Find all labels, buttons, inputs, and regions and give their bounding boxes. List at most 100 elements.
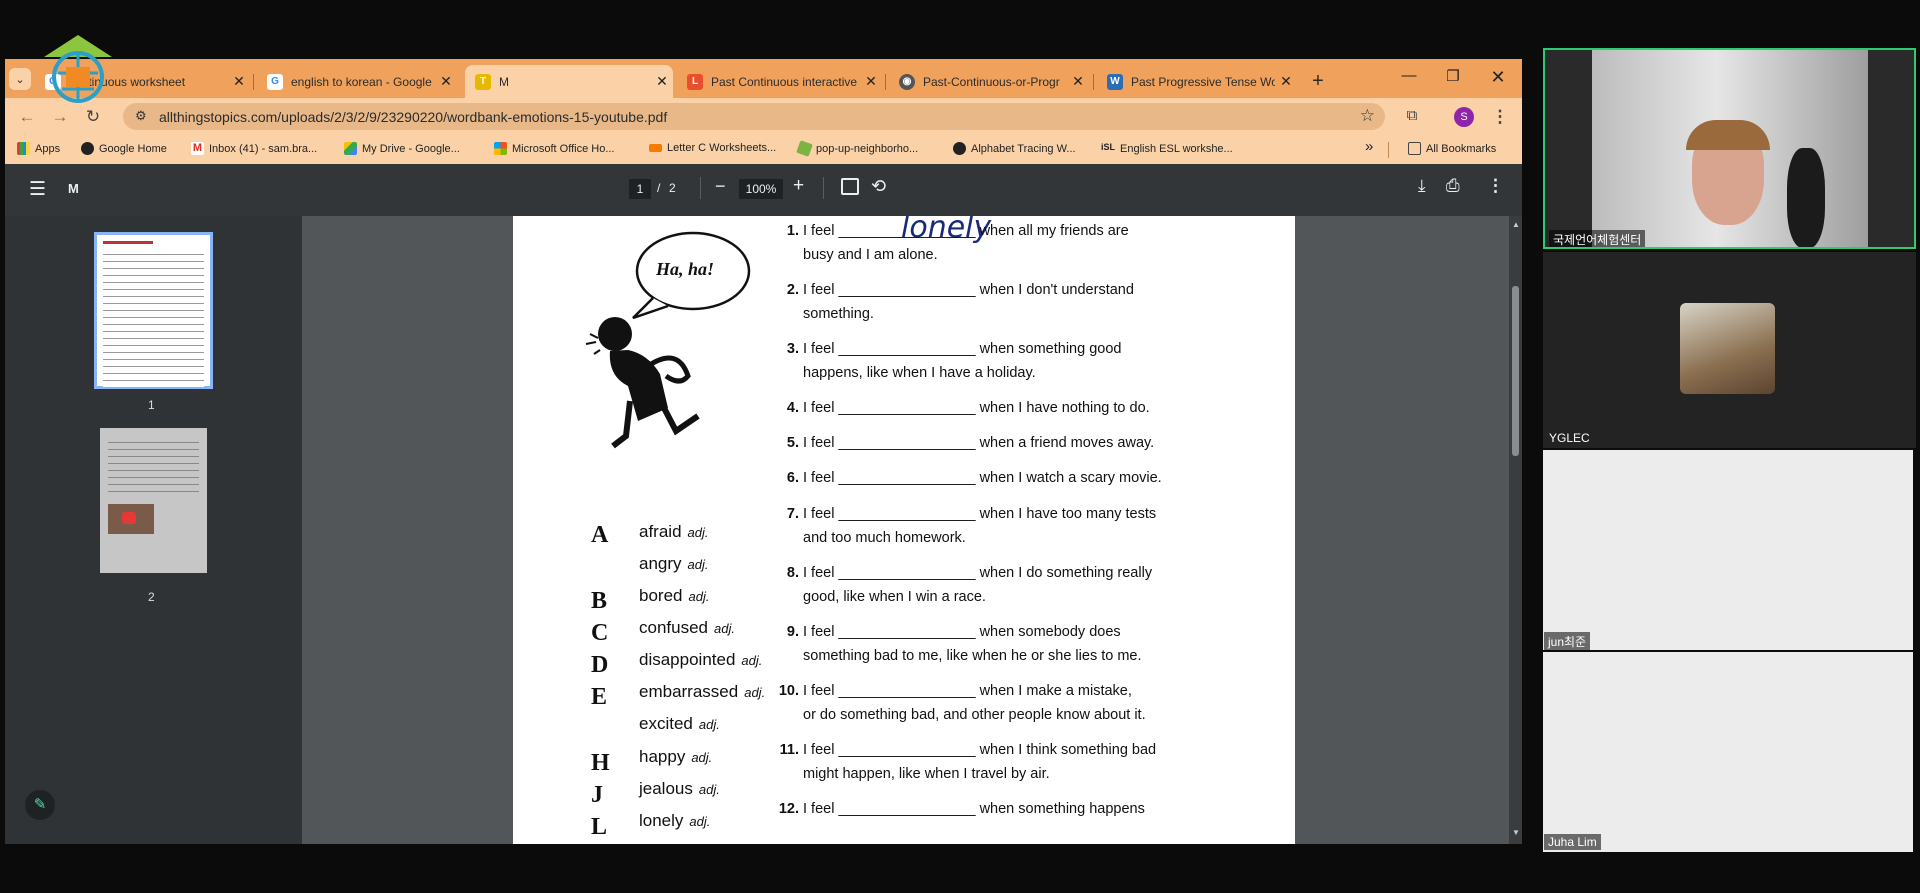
close-icon[interactable]: ✕: [228, 73, 250, 90]
thumbnail-page-2[interactable]: [100, 428, 207, 573]
word-bank-item: confused adj.: [639, 618, 735, 638]
question-line-1: I feel _________________ when somebody d…: [803, 624, 1121, 640]
pdf-page: Ha, ha! lonely 1. I feel ________________…: [513, 216, 1295, 844]
part-of-speech: adj.: [698, 717, 720, 732]
close-window-button[interactable]: ✕: [1478, 67, 1518, 91]
tab-3[interactable]: L Past Continuous interactive ✕: [677, 65, 882, 98]
word-bank-item: afraid adj.: [639, 522, 709, 542]
zoom-input[interactable]: 100%: [739, 179, 783, 199]
minimize-button[interactable]: —: [1389, 67, 1429, 91]
menu-button[interactable]: ⋮: [1489, 107, 1511, 127]
participant-tile[interactable]: YGLEC: [1543, 252, 1916, 448]
bookmark-esl[interactable]: iSL English ESL workshe...: [1101, 142, 1233, 155]
minimize-icon: —: [1401, 67, 1417, 84]
scrollbar[interactable]: ▲ ▼: [1509, 216, 1522, 844]
tab-title: Past Progressive Tense Wo: [1131, 74, 1275, 89]
all-bookmarks-button[interactable]: All Bookmarks: [1408, 142, 1496, 155]
word-bank-item: jealous adj.: [639, 779, 720, 799]
divider: [1388, 142, 1389, 158]
rotate-icon: ⟲: [871, 176, 887, 196]
part-of-speech: adj.: [741, 653, 763, 668]
download-button[interactable]: ⤓: [1418, 176, 1426, 196]
reload-button[interactable]: ↻: [82, 107, 104, 127]
section-letter: B: [591, 588, 608, 614]
part-of-speech: adj.: [689, 814, 711, 829]
plus-icon: +: [793, 175, 805, 196]
bookmark-google-home[interactable]: Google Home: [81, 142, 167, 155]
question-number: 6.: [786, 470, 799, 486]
forward-button[interactable]: →: [49, 107, 71, 127]
participant-tile[interactable]: jun최준: [1543, 450, 1913, 650]
tab-separator: [1093, 74, 1094, 90]
question-line-2: busy and I am alone.: [803, 247, 938, 263]
scroll-thumb[interactable]: [1512, 286, 1519, 456]
question-number: 4.: [786, 400, 799, 416]
thumbnail-page-1[interactable]: [94, 232, 213, 389]
question-item: 9. I feel _________________ when somebody…: [787, 620, 1142, 668]
annotate-button[interactable]: ✎: [25, 790, 55, 820]
close-icon[interactable]: ✕: [435, 73, 457, 90]
back-button[interactable]: ←: [16, 107, 38, 127]
part-of-speech: adj.: [698, 782, 720, 797]
bookmark-apps[interactable]: Apps: [17, 142, 60, 155]
fit-page-button[interactable]: [841, 178, 859, 195]
tag-icon: [796, 140, 813, 157]
tab-2-active[interactable]: T M ✕: [465, 65, 673, 98]
bookmark-alphabet-tracing[interactable]: Alphabet Tracing W...: [953, 142, 1076, 155]
bookmark-pop-up[interactable]: pop-up-neighborho...: [796, 140, 918, 157]
gmail-icon: M: [191, 142, 204, 155]
question-line-2: happens, like when I have a holiday.: [803, 365, 1036, 381]
close-icon[interactable]: ✕: [651, 73, 673, 90]
star-icon[interactable]: ☆: [1360, 106, 1375, 126]
thumbnail-title-bar: [103, 241, 153, 244]
bookmark-office[interactable]: Microsoft Office Ho...: [494, 142, 615, 155]
participant-name: YGLEC: [1549, 431, 1590, 445]
word-bank-item: excited adj.: [639, 714, 720, 734]
participant-tile[interactable]: Juha Lim: [1543, 652, 1913, 852]
thumbnail-label: 1: [148, 398, 155, 412]
tab-1[interactable]: G english to korean - Google ✕: [257, 65, 457, 98]
ygelc-logo: [44, 35, 112, 103]
part-of-speech: adj.: [691, 750, 713, 765]
question-item: 11. I feel _________________ when I think…: [780, 738, 1156, 786]
tab-search-button[interactable]: ⌄: [9, 68, 31, 90]
bookmark-gmail[interactable]: M Inbox (41) - sam.bra...: [191, 142, 317, 155]
part-of-speech: adj.: [688, 589, 710, 604]
page-number-input[interactable]: 1: [629, 179, 651, 199]
tab-4[interactable]: ◉ Past-Continuous-or-Progr ✕: [889, 65, 1089, 98]
scroll-up-arrow[interactable]: ▲: [1512, 220, 1520, 229]
restore-button[interactable]: ❐: [1433, 67, 1473, 91]
profile-avatar[interactable]: S: [1454, 107, 1474, 127]
scroll-down-arrow[interactable]: ▼: [1512, 828, 1520, 837]
sidebar-toggle-button[interactable]: ☰: [29, 178, 46, 201]
pdf-toolbar: ☰ M 1 / 2 − 100% + ⟲ ⤓ ⎙ ⋮: [5, 164, 1522, 216]
restore-icon: ❐: [1446, 68, 1460, 85]
bookmarks-overflow-button[interactable]: »: [1365, 138, 1373, 155]
screen: { "tabs": [ {"title": "continuous worksh…: [0, 0, 1920, 893]
zoom-out-button[interactable]: −: [715, 176, 726, 197]
close-icon[interactable]: ✕: [1275, 73, 1297, 90]
close-icon[interactable]: ✕: [1067, 73, 1089, 90]
plus-icon: +: [1312, 70, 1324, 92]
rotate-button[interactable]: ⟲: [871, 176, 886, 197]
site-info-icon[interactable]: ⚙: [135, 108, 147, 124]
bookmark-drive[interactable]: My Drive - Google...: [344, 142, 460, 155]
kebab-menu-icon: ⋮: [1491, 107, 1509, 126]
extensions-button[interactable]: ⧉: [1401, 107, 1423, 124]
globe-icon: [953, 142, 966, 155]
participant-tile-active[interactable]: 국제언어체험센터: [1543, 48, 1916, 249]
question-number: 11.: [779, 742, 799, 758]
address-bar[interactable]: ⚙ allthingstopics.com/uploads/2/3/2/9/23…: [123, 103, 1385, 130]
participant-name: jun최준: [1544, 632, 1591, 650]
zoom-in-button[interactable]: +: [793, 175, 804, 197]
question-line-2: something.: [803, 306, 874, 322]
pdf-title: M: [68, 181, 79, 196]
bookmark-letter-c[interactable]: Letter C Worksheets...: [649, 142, 776, 154]
chevron-down-icon: ⌄: [15, 73, 25, 86]
close-icon[interactable]: ✕: [860, 73, 882, 90]
tab-5[interactable]: W Past Progressive Tense Wo ✕: [1097, 65, 1297, 98]
print-button[interactable]: ⎙: [1446, 176, 1460, 196]
new-tab-button[interactable]: +: [1303, 65, 1333, 98]
question-number: 5.: [786, 435, 799, 451]
more-actions-button[interactable]: ⋮: [1487, 176, 1504, 196]
